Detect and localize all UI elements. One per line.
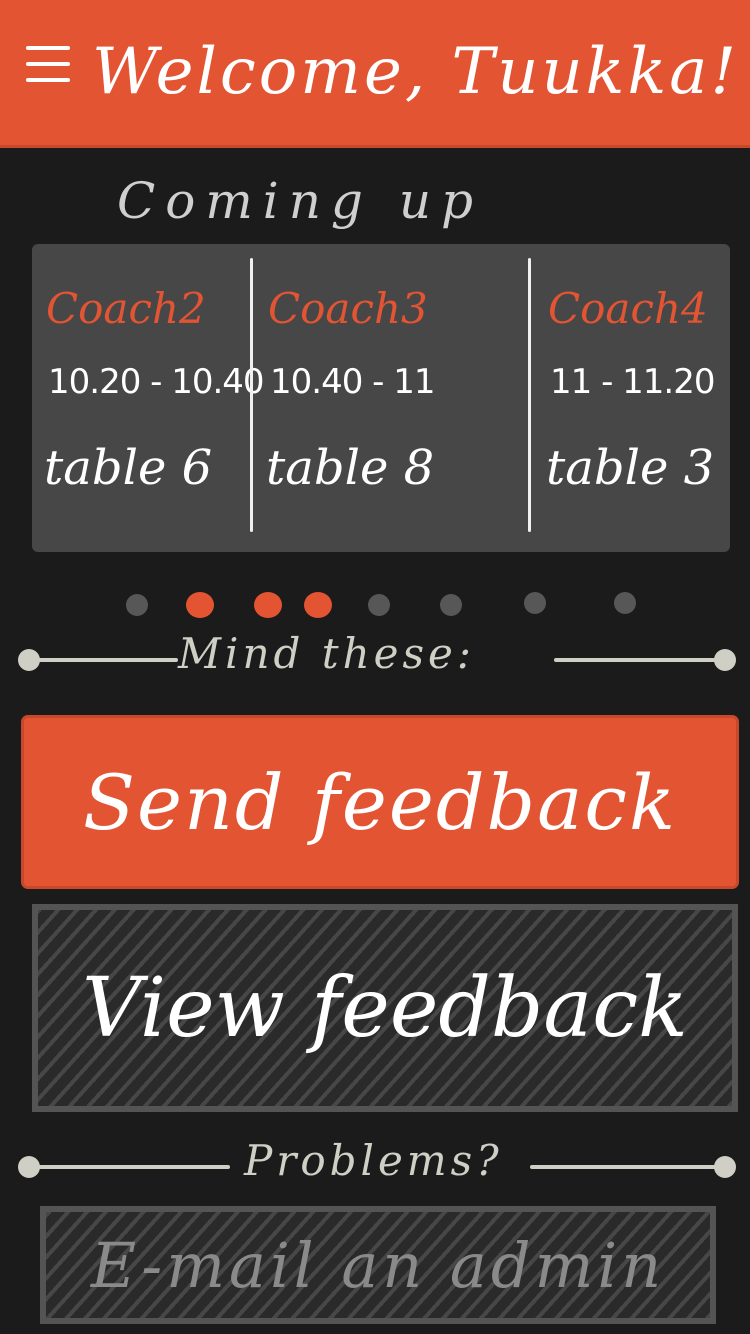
pager-dot-active[interactable] [186, 592, 214, 618]
session-coach: Coach4 [548, 284, 708, 333]
divider-line-right [530, 1165, 724, 1169]
session-table: table 8 [266, 440, 435, 496]
session-card[interactable]: Coach3 10.40 - 11 table 8 [254, 244, 532, 552]
pager-dot[interactable] [368, 594, 390, 616]
upcoming-sessions-carousel[interactable]: Coach2 10.20 - 10.40 table 6 Coach3 10.4… [32, 244, 730, 552]
menu-line-bottom [26, 78, 70, 82]
session-time: 10.20 - 10.40 [48, 362, 265, 402]
session-card[interactable]: Coach4 11 - 11.20 table 3 [534, 244, 730, 552]
mind-these-divider: Mind these: [18, 629, 738, 678]
header-bar: Welcome, Tuukka! [0, 0, 750, 148]
pager-dot-active[interactable] [254, 592, 282, 618]
session-table: table 6 [44, 440, 213, 496]
session-time: 10.40 - 11 [270, 362, 435, 402]
session-card[interactable]: Coach2 10.20 - 10.40 table 6 [32, 244, 265, 552]
session-time: 11 - 11.20 [550, 362, 715, 402]
carousel-pager [0, 592, 750, 618]
send-feedback-button[interactable]: Send feedback [24, 718, 736, 886]
divider-line-left [28, 1165, 230, 1169]
session-table: table 3 [546, 440, 715, 496]
email-admin-button[interactable]: E-mail an admin [40, 1206, 716, 1324]
divider-line-right [554, 658, 724, 662]
hamburger-menu-icon[interactable] [24, 42, 72, 86]
pager-dot[interactable] [614, 592, 636, 614]
coming-up-heading: Coming up [116, 172, 484, 230]
menu-line-middle [26, 62, 70, 66]
view-feedback-button[interactable]: View feedback [32, 904, 738, 1112]
problems-label: Problems? [244, 1136, 503, 1185]
pager-dot-active[interactable] [304, 592, 332, 618]
divider-knob-right [714, 1156, 736, 1178]
session-coach: Coach2 [46, 284, 206, 333]
problems-divider: Problems? [18, 1136, 738, 1185]
menu-line-top [26, 46, 70, 50]
divider-line-left [28, 658, 178, 662]
pager-dot[interactable] [440, 594, 462, 616]
divider-knob-right [714, 649, 736, 671]
pager-dot[interactable] [126, 594, 148, 616]
session-coach: Coach3 [268, 284, 428, 333]
session-divider [528, 258, 531, 532]
mind-these-label: Mind these: [178, 629, 476, 678]
pager-dot[interactable] [524, 592, 546, 614]
welcome-title: Welcome, Tuukka! [92, 35, 740, 109]
session-divider [250, 258, 253, 532]
